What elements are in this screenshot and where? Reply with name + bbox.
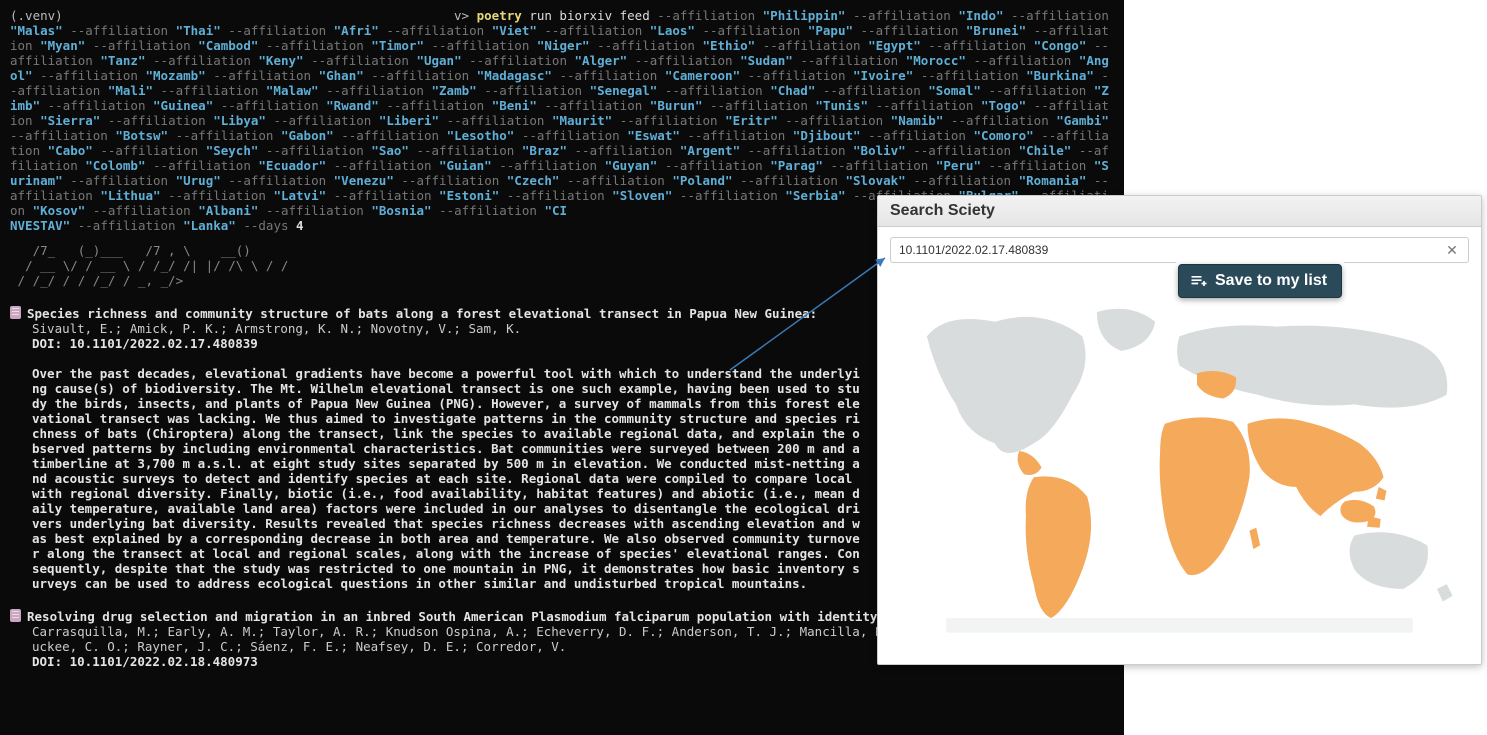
clear-search-icon[interactable]: ✕ — [1443, 241, 1461, 259]
list-add-icon — [1189, 271, 1209, 291]
search-sciety-panel: Search Sciety ✕ Save to my list — [877, 195, 1482, 665]
save-to-list-button[interactable]: Save to my list — [1178, 264, 1342, 298]
search-input[interactable] — [890, 237, 1469, 263]
world-map — [878, 263, 1481, 664]
panel-title: Search Sciety — [878, 196, 1481, 227]
document-icon — [10, 306, 21, 319]
document-icon — [10, 609, 21, 622]
save-to-list-label: Save to my list — [1215, 272, 1327, 290]
article-abstract: Over the past decades, elevational gradi… — [10, 366, 860, 591]
article-title: Species richness and community structure… — [27, 306, 817, 321]
